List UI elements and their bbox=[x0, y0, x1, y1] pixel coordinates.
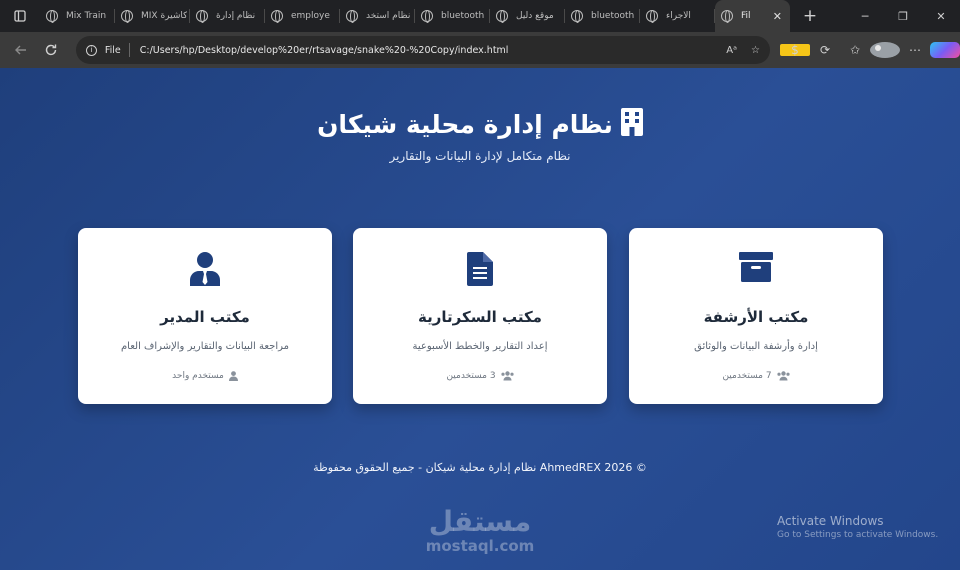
card-title: مكتب السكرتارية bbox=[418, 308, 542, 326]
info-icon[interactable]: i bbox=[85, 44, 97, 56]
card-user-count: 3 مستخدمين bbox=[353, 371, 607, 381]
globe-icon bbox=[721, 10, 733, 23]
globe-icon bbox=[196, 10, 208, 23]
card-user-count-text: 7 مستخدمين bbox=[722, 371, 772, 381]
users-icon bbox=[500, 371, 514, 381]
copilot-icon bbox=[930, 42, 960, 58]
browser-tab[interactable]: نظام استخد bbox=[340, 0, 415, 32]
globe-icon bbox=[46, 10, 58, 23]
address-bar[interactable]: i File C:/Users/hp/Desktop/develop%20er/… bbox=[75, 36, 770, 64]
card-description: مراجعة البيانات والتقارير والإشراف العام bbox=[120, 341, 290, 352]
favorites-icon[interactable]: ✩ bbox=[840, 43, 870, 57]
globe-icon bbox=[496, 10, 508, 23]
card-title: مكتب الأرشفة bbox=[703, 308, 809, 326]
browser-tab[interactable]: employe bbox=[265, 0, 340, 32]
extension-icon: $ bbox=[780, 43, 810, 57]
browser-tab[interactable]: bluetooth bbox=[415, 0, 490, 32]
secretariat-office-card[interactable]: مكتب السكرتارية إعداد التقارير والخطط ال… bbox=[353, 228, 607, 404]
watermark-latin: mostaql.com bbox=[425, 537, 535, 555]
minimize-icon[interactable]: ─ bbox=[846, 0, 884, 32]
more-menu-icon[interactable]: ⋯ bbox=[900, 43, 930, 57]
tab-title: bluetooth bbox=[591, 11, 635, 21]
globe-icon bbox=[271, 10, 283, 23]
tab-title: نظام إدارة bbox=[216, 11, 256, 21]
manager-office-card[interactable]: مكتب المدير مراجعة البيانات والتقارير وا… bbox=[78, 228, 332, 404]
window-controls: ─ ❐ ✕ bbox=[846, 0, 960, 32]
card-user-count-text: مستخدم واحد bbox=[172, 371, 224, 381]
archive-icon bbox=[629, 252, 883, 282]
extension-bar: $ ⟳ ✩ ⋯ bbox=[780, 42, 960, 58]
browser-tab-strip: Mix Train MIX كاشيرة نظام إدارة employe … bbox=[0, 0, 960, 32]
user-icon bbox=[228, 371, 238, 381]
copilot-button[interactable] bbox=[930, 42, 960, 58]
close-tab-icon[interactable]: ✕ bbox=[773, 10, 782, 23]
back-arrow-icon bbox=[14, 45, 26, 55]
star-icon[interactable]: ☆ bbox=[751, 45, 760, 56]
browser-tab[interactable]: bluetooth bbox=[565, 0, 640, 32]
avatar bbox=[870, 42, 900, 58]
address-url[interactable]: C:/Users/hp/Desktop/develop%20er/rtsavag… bbox=[140, 45, 713, 56]
activate-windows-title: Activate Windows bbox=[777, 514, 884, 528]
card-user-count: مستخدم واحد bbox=[78, 371, 332, 381]
card-user-count: 7 مستخدمين bbox=[629, 371, 883, 381]
new-tab-button[interactable]: + bbox=[790, 6, 830, 26]
activate-windows-notice: Activate Windows Go to Settings to activ… bbox=[777, 514, 938, 540]
tab-actions-button[interactable] bbox=[0, 0, 40, 32]
archive-office-card[interactable]: مكتب الأرشفة إدارة وأرشفة البيانات والوث… bbox=[629, 228, 883, 404]
page-content: نظام إدارة محلية شيكان نظام متكامل لإدار… bbox=[0, 68, 960, 570]
close-window-icon[interactable]: ✕ bbox=[922, 0, 960, 32]
globe-icon bbox=[646, 10, 658, 23]
tab-title: MIX كاشيرة bbox=[141, 11, 188, 21]
building-icon bbox=[620, 108, 643, 136]
card-title: مكتب المدير bbox=[160, 308, 250, 326]
restore-icon[interactable]: ❐ bbox=[884, 0, 922, 32]
browser-tab[interactable]: نظام إدارة bbox=[190, 0, 265, 32]
tab-title: employe bbox=[291, 11, 330, 21]
globe-icon bbox=[346, 10, 358, 23]
page-title: نظام إدارة محلية شيكان bbox=[0, 108, 960, 139]
read-aloud-icon[interactable]: Aᵃ bbox=[726, 45, 737, 56]
tab-actions-icon bbox=[14, 10, 26, 22]
tab-title: Fil bbox=[741, 11, 751, 21]
office-cards: مكتب الأرشفة إدارة وأرشفة البيانات والوث… bbox=[78, 228, 883, 404]
card-user-count-text: 3 مستخدمين bbox=[446, 371, 496, 381]
tab-title: موقع دليل bbox=[516, 11, 554, 21]
profile-button[interactable] bbox=[870, 42, 900, 58]
globe-icon bbox=[121, 10, 133, 23]
browser-tab[interactable]: Mix Train bbox=[40, 0, 115, 32]
address-scheme: File bbox=[104, 44, 121, 56]
users-icon bbox=[776, 371, 790, 381]
page-subtitle: نظام متكامل لإدارة البيانات والتقارير bbox=[389, 149, 571, 163]
page-title-text: نظام إدارة محلية شيكان bbox=[317, 110, 613, 139]
page-footer: © 2026 AhmedREX نظام إدارة محلية شيكان -… bbox=[313, 461, 647, 474]
card-description: إعداد التقارير والخطط الأسبوعية bbox=[412, 341, 548, 352]
browser-tab[interactable]: MIX كاشيرة bbox=[115, 0, 190, 32]
browser-toolbar: i File C:/Users/hp/Desktop/develop%20er/… bbox=[0, 32, 960, 68]
address-divider bbox=[128, 43, 130, 57]
tab-title: الأجراء bbox=[666, 11, 691, 21]
extension-button[interactable]: $ bbox=[780, 43, 810, 57]
mostaql-watermark: مستقل mostaql.com bbox=[420, 505, 540, 555]
tab-title: bluetooth bbox=[441, 11, 485, 21]
reload-button[interactable] bbox=[36, 35, 66, 65]
globe-icon bbox=[571, 10, 583, 23]
tab-list: Mix Train MIX كاشيرة نظام إدارة employe … bbox=[40, 0, 790, 32]
browser-tab-active[interactable]: Fil ✕ bbox=[715, 0, 790, 32]
manager-icon bbox=[78, 252, 332, 286]
reload-icon bbox=[45, 44, 57, 56]
globe-icon bbox=[421, 10, 433, 23]
card-description: إدارة وأرشفة البيانات والوثائق bbox=[694, 341, 818, 352]
watermark-arabic: مستقل bbox=[428, 505, 532, 538]
back-button[interactable] bbox=[6, 35, 36, 65]
browser-tab[interactable]: موقع دليل bbox=[490, 0, 565, 32]
tab-title: Mix Train bbox=[66, 11, 107, 21]
tab-title: نظام استخد bbox=[366, 11, 411, 21]
activate-windows-hint: Go to Settings to activate Windows. bbox=[777, 530, 939, 540]
browser-tab[interactable]: الأجراء bbox=[640, 0, 715, 32]
document-icon bbox=[353, 252, 607, 286]
browser-essentials-icon[interactable]: ⟳ bbox=[810, 43, 840, 57]
